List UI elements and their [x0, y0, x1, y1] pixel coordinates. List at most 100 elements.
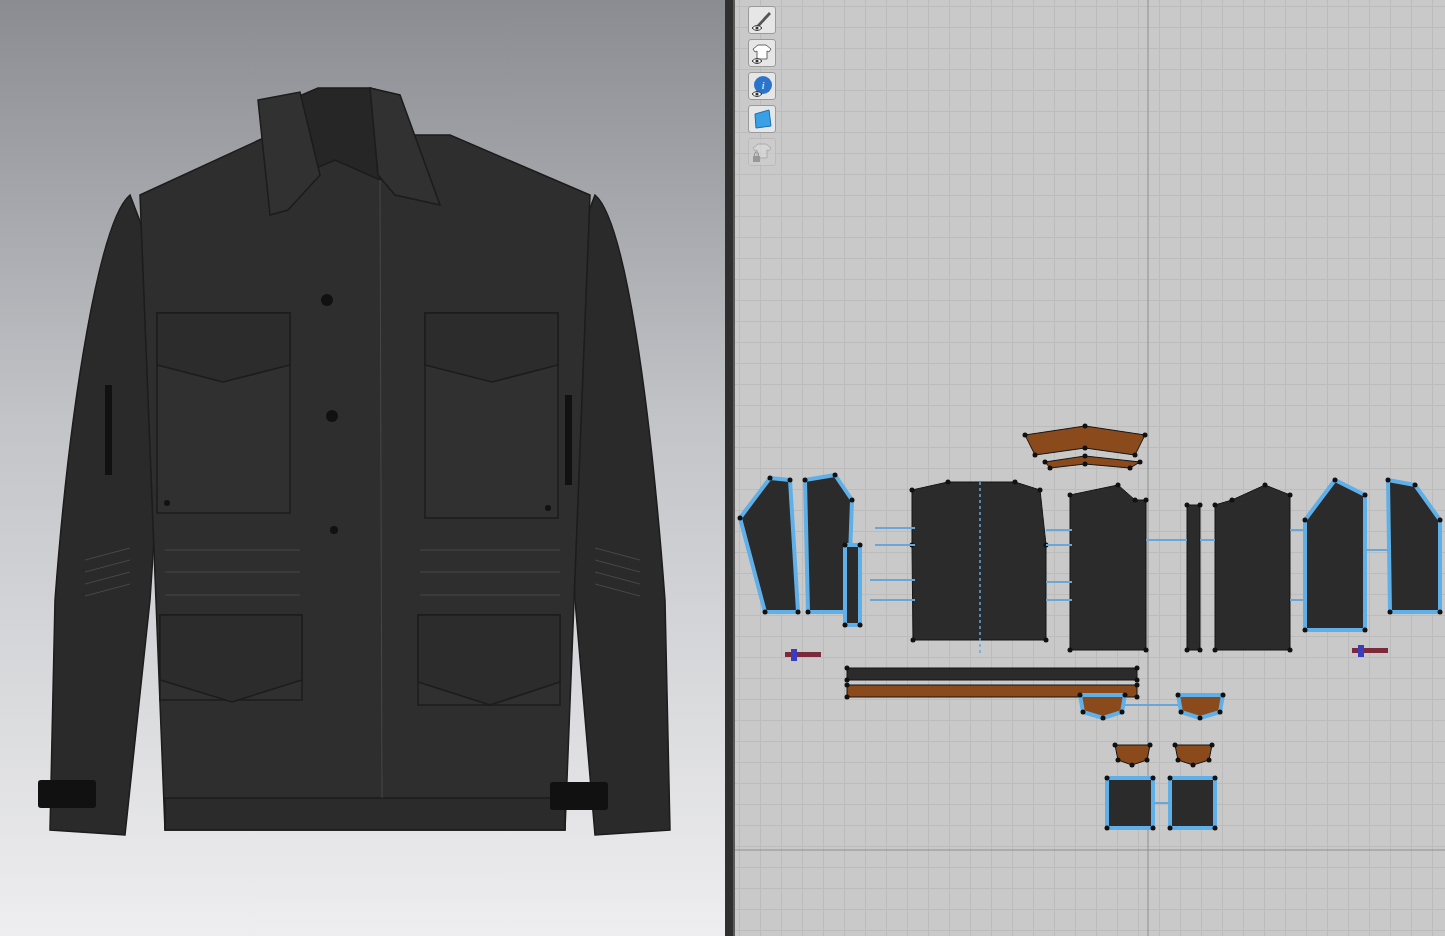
point-dot[interactable] — [1083, 462, 1088, 467]
point-dot[interactable] — [833, 473, 838, 478]
point-dot[interactable] — [1013, 480, 1018, 485]
point-dot[interactable] — [1185, 503, 1190, 508]
point-dot[interactable] — [1438, 518, 1443, 523]
sewing-line[interactable] — [870, 599, 915, 601]
point-dot[interactable] — [1213, 503, 1218, 508]
point-dot[interactable] — [1176, 693, 1181, 698]
point-dot[interactable] — [1135, 666, 1140, 671]
point-dot[interactable] — [1191, 763, 1196, 768]
point-dot[interactable] — [1068, 493, 1073, 498]
point-dot[interactable] — [1083, 454, 1088, 459]
jacket-render[interactable] — [0, 0, 725, 936]
point-dot[interactable] — [1068, 648, 1073, 653]
sewing-line[interactable] — [1046, 581, 1072, 583]
sewing-line[interactable] — [870, 579, 915, 581]
pattern-piece-shape[interactable] — [1388, 480, 1440, 612]
point-dot[interactable] — [1230, 498, 1235, 503]
point-dot[interactable] — [850, 498, 855, 503]
pattern-piece[interactable] — [910, 480, 1049, 643]
pattern-piece[interactable] — [1105, 776, 1156, 831]
pattern-piece[interactable] — [1303, 478, 1368, 633]
pattern-piece[interactable] — [1068, 483, 1149, 653]
point-dot[interactable] — [1078, 693, 1083, 698]
point-dot[interactable] — [1386, 478, 1391, 483]
point-dot[interactable] — [738, 516, 743, 521]
point-dot[interactable] — [858, 623, 863, 628]
point-dot[interactable] — [1043, 460, 1048, 465]
sewing-line[interactable] — [1146, 539, 1187, 541]
point-dot[interactable] — [1288, 493, 1293, 498]
point-dot[interactable] — [1143, 433, 1148, 438]
point-dot[interactable] — [1133, 453, 1138, 458]
point-dot[interactable] — [1033, 453, 1038, 458]
pattern-piece[interactable] — [1023, 424, 1148, 458]
pattern-piece[interactable] — [1168, 776, 1218, 831]
point-dot[interactable] — [1168, 826, 1173, 831]
point-dot[interactable] — [1198, 648, 1203, 653]
point-dot[interactable] — [1221, 693, 1226, 698]
point-dot[interactable] — [1128, 466, 1133, 471]
sewing-line[interactable] — [1290, 529, 1305, 531]
point-dot[interactable] — [1038, 488, 1043, 493]
point-dot[interactable] — [1438, 610, 1443, 615]
point-dot[interactable] — [768, 476, 773, 481]
point-dot[interactable] — [1198, 503, 1203, 508]
point-dot[interactable] — [1083, 446, 1088, 451]
point-dot[interactable] — [910, 488, 915, 493]
point-dot[interactable] — [1218, 710, 1223, 715]
point-dot[interactable] — [796, 610, 801, 615]
pattern-piece[interactable] — [845, 666, 1140, 683]
pattern-piece[interactable] — [1113, 743, 1153, 768]
pattern-piece-shape[interactable] — [1187, 505, 1200, 650]
zipper-icon[interactable] — [785, 649, 821, 661]
pattern-piece-shape[interactable] — [847, 668, 1137, 680]
point-dot[interactable] — [788, 478, 793, 483]
point-dot[interactable] — [1116, 483, 1121, 488]
pattern-piece-shape[interactable] — [1170, 778, 1215, 828]
sewing-line[interactable] — [1200, 539, 1215, 541]
sewing-line[interactable] — [875, 544, 915, 546]
point-dot[interactable] — [1363, 493, 1368, 498]
point-dot[interactable] — [1263, 483, 1268, 488]
point-dot[interactable] — [1113, 743, 1118, 748]
point-dot[interactable] — [1123, 693, 1128, 698]
pattern-piece[interactable] — [738, 476, 801, 615]
pattern-piece[interactable] — [1078, 693, 1128, 721]
point-dot[interactable] — [843, 623, 848, 628]
pattern-piece-shape[interactable] — [912, 482, 1046, 640]
sewing-line[interactable] — [1153, 802, 1170, 804]
pattern-piece[interactable] — [1213, 483, 1293, 653]
pattern-piece[interactable] — [1185, 503, 1203, 653]
point-dot[interactable] — [858, 543, 863, 548]
pattern-piece-shape[interactable] — [1080, 695, 1125, 718]
point-dot[interactable] — [1303, 628, 1308, 633]
point-dot[interactable] — [1363, 628, 1368, 633]
point-dot[interactable] — [1198, 716, 1203, 721]
toolbar-button[interactable] — [748, 138, 776, 166]
point-dot[interactable] — [1179, 710, 1184, 715]
pattern-piece-shape[interactable] — [1070, 485, 1146, 650]
pattern-piece-shape[interactable] — [1115, 745, 1150, 765]
point-dot[interactable] — [843, 543, 848, 548]
point-dot[interactable] — [1144, 648, 1149, 653]
pattern-piece[interactable] — [1176, 693, 1226, 721]
pattern-canvas[interactable] — [735, 0, 1445, 936]
point-dot[interactable] — [911, 638, 916, 643]
pattern-piece-shape[interactable] — [1045, 456, 1140, 468]
point-dot[interactable] — [806, 610, 811, 615]
pattern-piece-shape[interactable] — [1107, 778, 1153, 828]
pattern-piece-shape[interactable] — [1178, 695, 1223, 718]
point-dot[interactable] — [1333, 478, 1338, 483]
point-dot[interactable] — [1210, 743, 1215, 748]
point-dot[interactable] — [1388, 610, 1393, 615]
pattern-piece-shape[interactable] — [1175, 745, 1212, 765]
point-dot[interactable] — [1048, 466, 1053, 471]
pattern-piece[interactable] — [1386, 478, 1443, 615]
point-dot[interactable] — [1135, 695, 1140, 700]
sewing-line[interactable] — [1365, 549, 1390, 551]
sewing-line[interactable] — [1290, 599, 1305, 601]
sewing-line[interactable] — [875, 527, 915, 529]
3d-viewport[interactable] — [0, 0, 725, 936]
pattern-piece[interactable] — [1173, 743, 1215, 768]
sewing-line[interactable] — [1046, 529, 1072, 531]
